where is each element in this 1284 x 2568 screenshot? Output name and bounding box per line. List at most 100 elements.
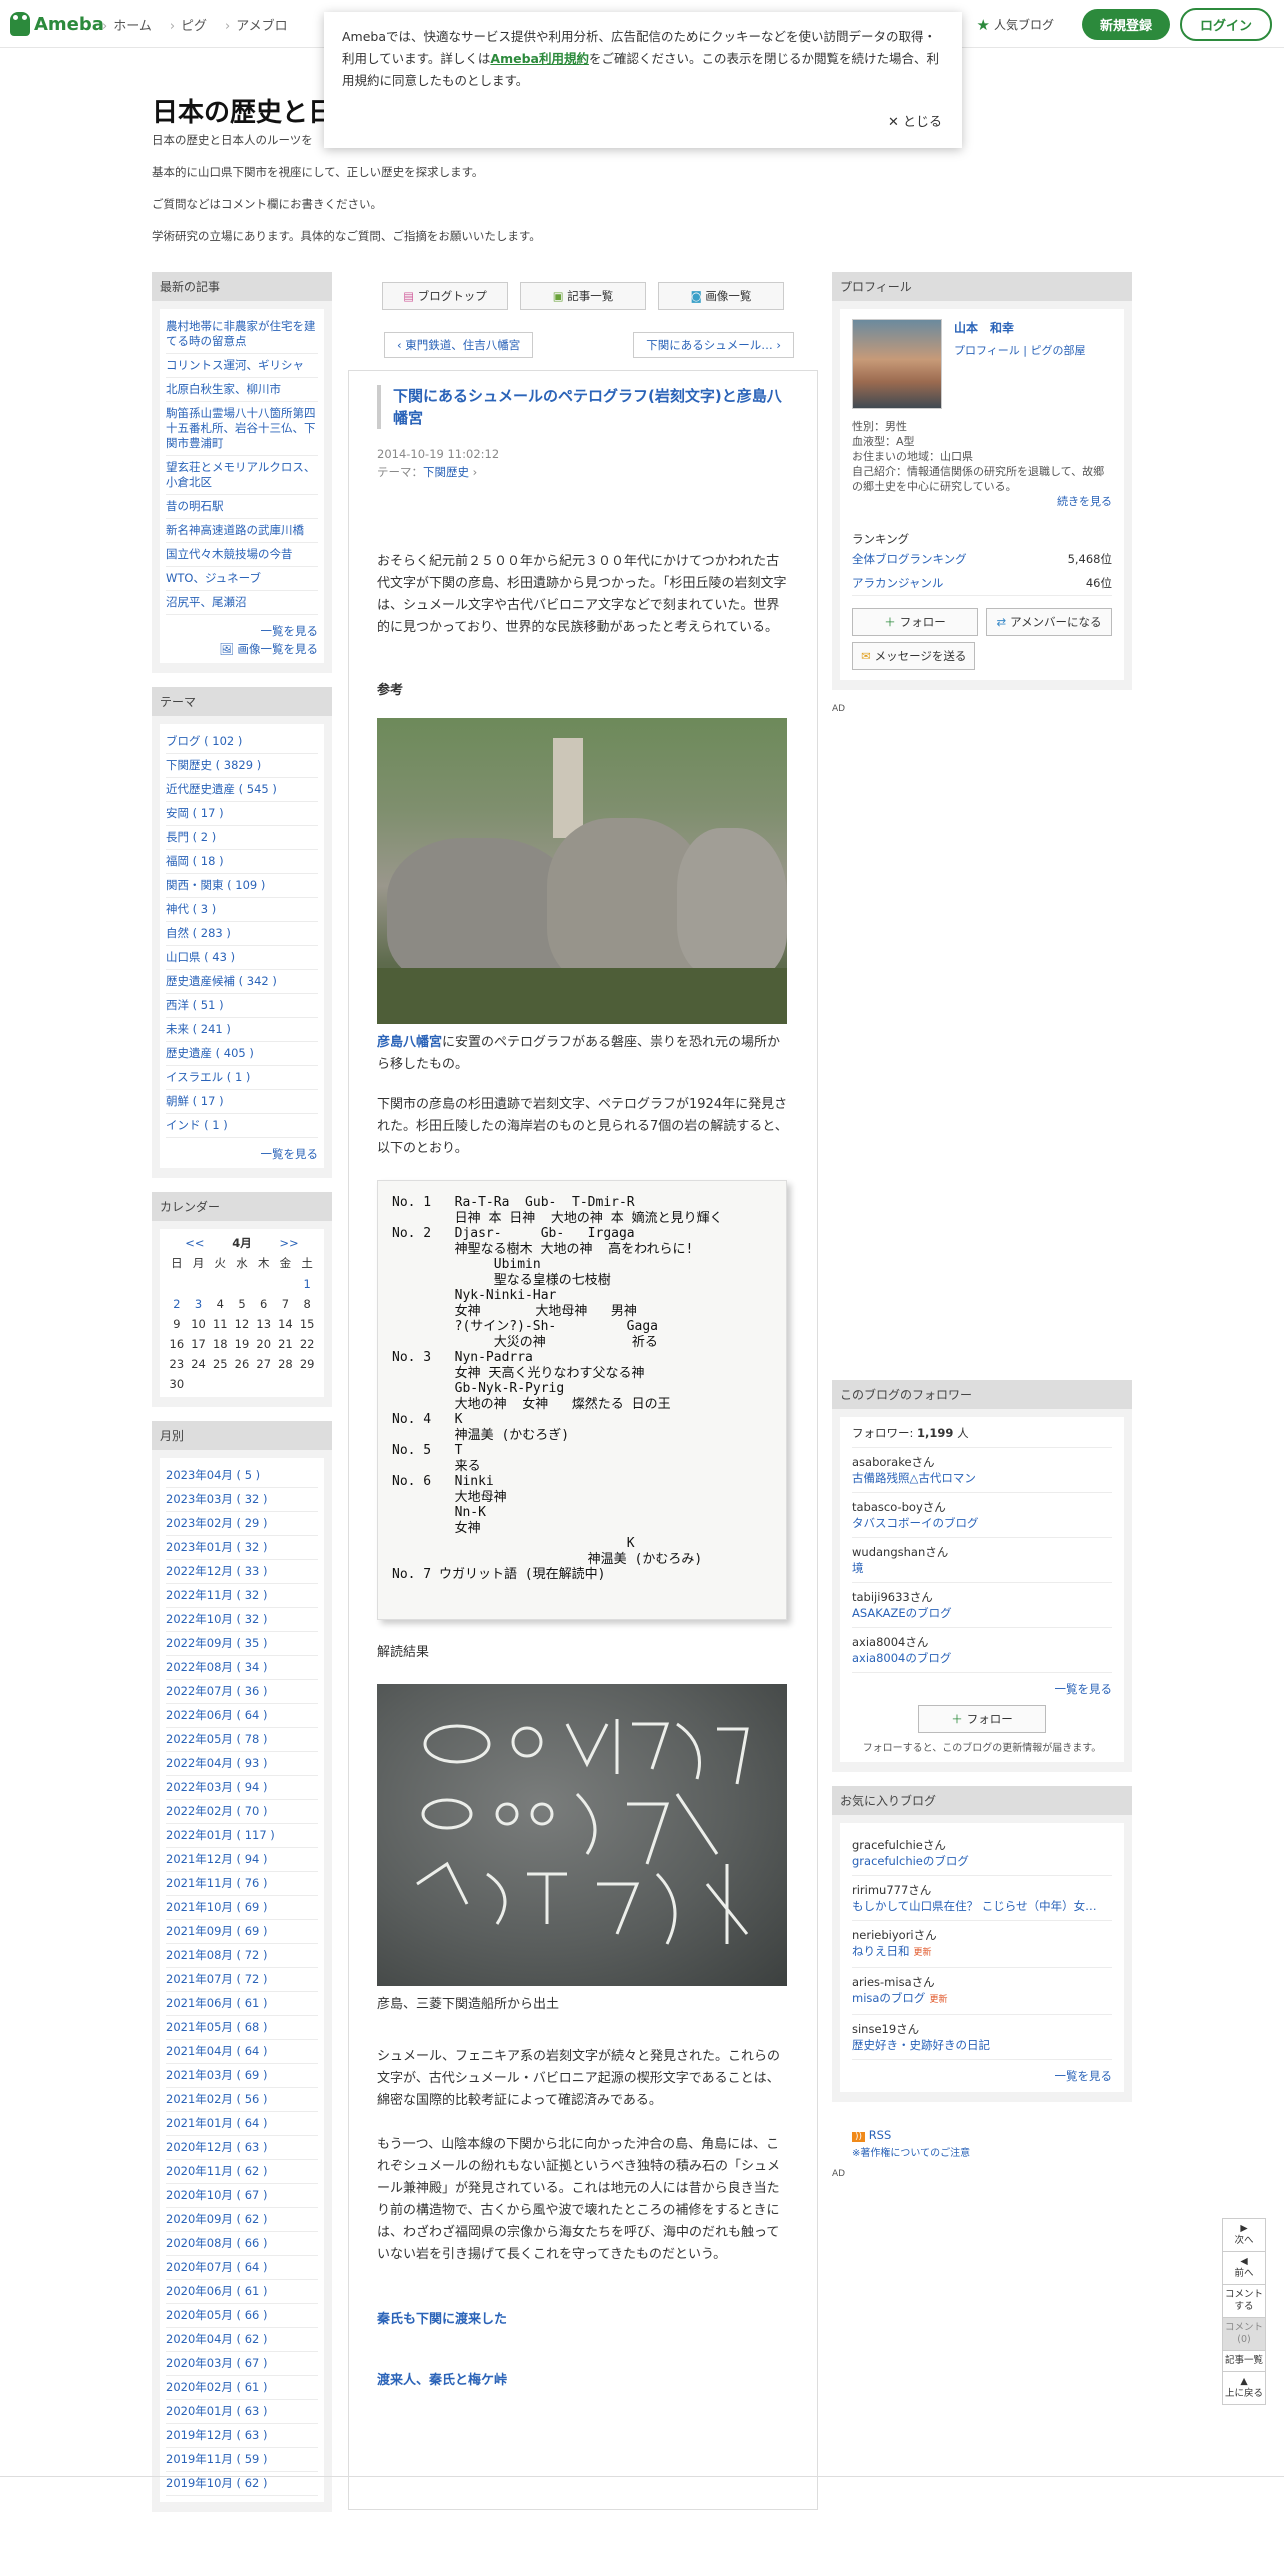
monthly-archive-item[interactable]: 2019年12月 ( 63 ) <box>166 2424 318 2448</box>
favorite-user[interactable]: neriebiyoriさん <box>852 1927 1112 1943</box>
monthly-archive-item[interactable]: 2022年02月 ( 70 ) <box>166 1800 318 1824</box>
amember-button[interactable]: ⇄ アメンバーになる <box>986 608 1112 636</box>
rss-link[interactable]: )) RSS <box>832 2128 1132 2142</box>
monthly-archive-item[interactable]: 2020年02月 ( 61 ) <box>166 2376 318 2400</box>
monthly-archive-item[interactable]: 2021年08月 ( 72 ) <box>166 1944 318 1968</box>
related-link-toraijin[interactable]: 渡来人、秦氏と梅ケ峠 <box>377 2369 789 2388</box>
theme-item[interactable]: インド ( 1 ) <box>166 1114 318 1138</box>
terms-link[interactable]: Ameba利用規約 <box>490 51 589 66</box>
monthly-archive-item[interactable]: 2021年03月 ( 69 ) <box>166 2064 318 2088</box>
follower-blog-link[interactable]: ASAKAZEのブログ <box>852 1605 1112 1621</box>
theme-item[interactable]: 自然 ( 283 ) <box>166 922 318 946</box>
follower-user[interactable]: asaborakeさん <box>852 1454 1112 1470</box>
favorite-blog-link[interactable]: 歴史好き・史跡好きの日記 <box>852 2038 990 2052</box>
nav-home[interactable]: ホーム <box>102 15 152 34</box>
follower-user[interactable]: wudangshanさん <box>852 1544 1112 1560</box>
latest-article-item[interactable]: 新名神高速道路の武庫川橋 <box>166 519 318 543</box>
monthly-archive-item[interactable]: 2022年05月 ( 78 ) <box>166 1728 318 1752</box>
overall-ranking-link[interactable]: 全体ブログランキング <box>852 551 967 567</box>
float-list-button[interactable]: 記事一覧 <box>1222 2350 1266 2372</box>
copyright-notice-link[interactable]: ※著作権についてのご注意 <box>832 2144 1132 2159</box>
iwakura-photo[interactable] <box>377 718 787 1024</box>
favorite-blog-link[interactable]: もしかして山口県在住？ こじらせ（中年）女… <box>852 1899 1097 1913</box>
follower-blog-link[interactable]: タバスコボーイのブログ <box>852 1515 1112 1531</box>
follower-user[interactable]: tabasco-boyさん <box>852 1499 1112 1515</box>
follower-blog-link[interactable]: axia8004のブログ <box>852 1650 1112 1666</box>
float-comments-count[interactable]: コメント(0) <box>1222 2317 1266 2351</box>
follower-blog-link[interactable]: 境 <box>852 1560 1112 1576</box>
nav-ameblo[interactable]: アメブロ <box>225 15 287 34</box>
image-list-button[interactable]: ◙ 画像一覧 <box>658 282 784 310</box>
theme-item[interactable]: 歴史遺産候補 ( 342 ) <box>166 970 318 994</box>
monthly-archive-item[interactable]: 2020年04月 ( 62 ) <box>166 2328 318 2352</box>
prev-article-link[interactable]: ‹ 東門鉄道、住吉八幡宮 <box>384 332 534 358</box>
latest-article-item[interactable]: WTO、ジュネーブ <box>166 567 318 591</box>
favorite-blog-link[interactable]: ねりえ日和 <box>852 1944 910 1958</box>
article-title[interactable]: 下関にあるシュメールのペテログラフ(岩刻文字)と彦島八幡宮 <box>377 385 789 429</box>
monthly-archive-item[interactable]: 2021年06月 ( 61 ) <box>166 1992 318 2016</box>
theme-item[interactable]: イスラエル ( 1 ) <box>166 1066 318 1090</box>
profile-name[interactable]: 山本 和幸 <box>954 319 1085 336</box>
favorite-user[interactable]: gracefulchieさん <box>852 1837 1112 1853</box>
monthly-archive-item[interactable]: 2021年09月 ( 69 ) <box>166 1920 318 1944</box>
monthly-archive-item[interactable]: 2019年11月 ( 59 ) <box>166 2448 318 2472</box>
next-article-link[interactable]: 下関にあるシュメール… › <box>633 332 794 358</box>
follower-blog-link[interactable]: 古備路残照△古代ロマン <box>852 1470 1112 1486</box>
themes-more-link[interactable]: 一覧を見る <box>166 1138 319 1162</box>
monthly-archive-item[interactable]: 2020年01月 ( 63 ) <box>166 2400 318 2424</box>
calendar-prev[interactable]: << <box>185 1236 204 1250</box>
monthly-archive-item[interactable]: 2022年01月 ( 117 ) <box>166 1824 318 1848</box>
monthly-archive-item[interactable]: 2020年10月 ( 67 ) <box>166 2184 318 2208</box>
latest-article-item[interactable]: 昔の明石駅 <box>166 495 318 519</box>
monthly-archive-item[interactable]: 2023年02月 ( 29 ) <box>166 1512 318 1536</box>
blog-title[interactable]: 日本の歴史と日 <box>152 92 334 129</box>
theme-item[interactable]: 下関歴史 ( 3829 ) <box>166 754 318 778</box>
latest-article-item[interactable]: 農村地帯に非農家が住宅を建てる時の留意点 <box>166 315 318 354</box>
theme-item[interactable]: 歴史遺産 ( 405 ) <box>166 1042 318 1066</box>
monthly-archive-item[interactable]: 2022年12月 ( 33 ) <box>166 1560 318 1584</box>
latest-article-item[interactable]: 沼尻平、尾瀬沼 <box>166 591 318 615</box>
monthly-archive-item[interactable]: 2022年11月 ( 32 ) <box>166 1584 318 1608</box>
favorite-blog-link[interactable]: gracefulchieのブログ <box>852 1854 969 1868</box>
monthly-archive-item[interactable]: 2022年10月 ( 32 ) <box>166 1608 318 1632</box>
cookie-close-button[interactable]: ✕ とじる <box>888 112 942 134</box>
article-theme-link[interactable]: 下関歴史 <box>423 465 469 479</box>
monthly-archive-item[interactable]: 2022年09月 ( 35 ) <box>166 1632 318 1656</box>
float-next-button[interactable]: ▶ 次へ <box>1222 2218 1266 2252</box>
favorite-blog-link[interactable]: misaのブログ <box>852 1991 925 2005</box>
latest-article-item[interactable]: 駒笛孫山霊場八十八箇所第四十五番札所、岩谷十三仏、下関市豊浦町 <box>166 402 318 456</box>
calendar-day[interactable]: 1 <box>296 1277 318 1291</box>
ameba-logo[interactable]: Ameba <box>10 11 104 37</box>
avatar[interactable] <box>852 319 942 409</box>
monthly-archive-item[interactable]: 2022年08月 ( 34 ) <box>166 1656 318 1680</box>
latest-article-item[interactable]: 望玄荘とメモリアルクロス、小倉北区 <box>166 456 318 495</box>
monthly-archive-item[interactable]: 2020年09月 ( 62 ) <box>166 2208 318 2232</box>
theme-item[interactable]: 福岡 ( 18 ) <box>166 850 318 874</box>
petroglyph-rock-photo[interactable] <box>377 1684 787 1986</box>
blog-top-button[interactable]: ▤ ブログトップ <box>382 282 508 310</box>
monthly-archive-item[interactable]: 2022年03月 ( 94 ) <box>166 1776 318 1800</box>
calendar-day[interactable]: 2 <box>166 1297 188 1311</box>
monthly-archive-item[interactable]: 2021年05月 ( 68 ) <box>166 2016 318 2040</box>
monthly-archive-item[interactable]: 2023年03月 ( 32 ) <box>166 1488 318 1512</box>
genre-ranking-link[interactable]: アラカンジャンル <box>852 575 943 591</box>
monthly-archive-item[interactable]: 2020年03月 ( 67 ) <box>166 2352 318 2376</box>
monthly-archive-item[interactable]: 2023年04月 ( 5 ) <box>166 1464 318 1488</box>
follow-button[interactable]: ＋フォロー <box>852 608 978 636</box>
float-top-button[interactable]: ▲ 上に戻る <box>1222 2371 1266 2405</box>
monthly-archive-item[interactable]: 2021年12月 ( 94 ) <box>166 1848 318 1872</box>
theme-item[interactable]: 未来 ( 241 ) <box>166 1018 318 1042</box>
monthly-archive-item[interactable]: 2023年01月 ( 32 ) <box>166 1536 318 1560</box>
monthly-archive-item[interactable]: 2021年01月 ( 64 ) <box>166 2112 318 2136</box>
follow-button-2[interactable]: ＋フォロー <box>918 1705 1046 1733</box>
latest-article-item[interactable]: 北原白秋生家、柳川市 <box>166 378 318 402</box>
favorite-user[interactable]: ririmu777さん <box>852 1882 1112 1898</box>
monthly-archive-item[interactable]: 2020年11月 ( 62 ) <box>166 2160 318 2184</box>
followers-more-link[interactable]: 一覧を見る <box>852 1673 1113 1697</box>
follower-user[interactable]: tabiji9633さん <box>852 1589 1112 1605</box>
favorites-more-link[interactable]: 一覧を見る <box>852 2060 1113 2084</box>
theme-item[interactable]: 関西・関東 ( 109 ) <box>166 874 318 898</box>
monthly-archive-item[interactable]: 2022年06月 ( 64 ) <box>166 1704 318 1728</box>
latest-more-link[interactable]: 一覧を見る <box>166 615 319 639</box>
profile-more-link[interactable]: 続きを見る <box>852 494 1112 509</box>
